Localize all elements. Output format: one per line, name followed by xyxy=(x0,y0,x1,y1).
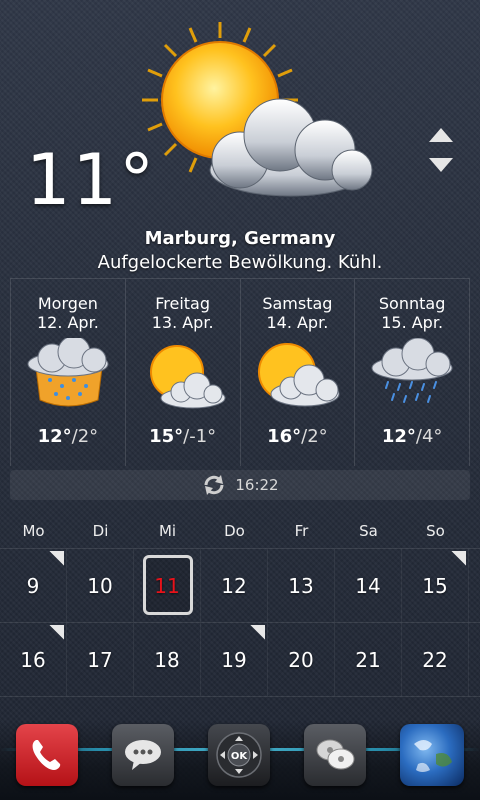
weekday-label: So xyxy=(426,522,445,540)
forecast-temp: 15°/-1° xyxy=(126,426,240,447)
weekday-label: Mo xyxy=(22,522,45,540)
forecast-day-name: Sonntag xyxy=(378,294,446,313)
calendar-grid: 9 10 11 12 13 14 15 16 17 18 19 20 21 22 xyxy=(0,548,480,697)
event-marker xyxy=(48,551,64,567)
forecast-day-date: 12. Apr. xyxy=(36,313,99,332)
rain-cloud-icon xyxy=(371,338,453,403)
day-number: 20 xyxy=(288,647,314,672)
forecast-high: 12° xyxy=(381,426,416,447)
event-marker xyxy=(48,625,64,641)
rain-cloud-icon xyxy=(27,338,109,407)
earth-icon xyxy=(414,740,452,772)
calendar-day[interactable]: 15 xyxy=(402,549,469,622)
condition-text: Aufgelockerte Bewölkung. Kühl. xyxy=(97,252,383,273)
forecast-low: /2° xyxy=(301,426,328,447)
day-number: 18 xyxy=(154,647,180,672)
phone-icon xyxy=(32,740,61,770)
forecast-temp: 12°/4° xyxy=(355,426,469,447)
calendar-day[interactable]: 9 xyxy=(0,549,67,622)
refresh-icon[interactable] xyxy=(201,474,227,496)
forecast-low: /4° xyxy=(415,426,443,447)
calendar-day[interactable]: 20 xyxy=(268,623,335,696)
forecast-day[interactable]: Sonntag 15. Apr. 12°/4° xyxy=(355,279,470,466)
earth-app-button[interactable] xyxy=(400,724,464,786)
forecast-day-date: 15. Apr. xyxy=(381,313,444,332)
messages-button[interactable] xyxy=(112,724,174,786)
refresh-bar[interactable]: 16:22 xyxy=(10,470,470,500)
event-marker xyxy=(450,551,466,567)
calendar-day[interactable]: 14 xyxy=(335,549,402,622)
forecast-high: 16° xyxy=(267,426,302,447)
last-updated-time: 16:22 xyxy=(235,476,279,494)
calendar-day[interactable]: 17 xyxy=(67,623,134,696)
city-name: Marburg, Germany xyxy=(144,228,336,249)
day-number: 15 xyxy=(422,573,448,598)
calendar-week: 9 10 11 12 13 14 15 xyxy=(0,549,480,623)
day-number: 19 xyxy=(221,647,247,672)
day-number: 21 xyxy=(355,647,381,672)
partly-cloudy-sun-icon xyxy=(142,22,373,197)
weekday-label: Di xyxy=(92,522,109,540)
phone-button[interactable] xyxy=(16,724,78,786)
forecast-day[interactable]: Morgen 12. Apr. 12°/2° xyxy=(10,279,126,466)
svg-text:OK: OK xyxy=(231,751,249,762)
calendar-day[interactable]: 21 xyxy=(335,623,402,696)
calendar-day[interactable]: 12 xyxy=(201,549,268,622)
sms-icon xyxy=(125,740,161,770)
calendar-day[interactable]: 19 xyxy=(201,623,268,696)
day-number: 11 xyxy=(154,573,180,598)
calendar-day[interactable]: 18 xyxy=(134,623,201,696)
weekday-label: Sa xyxy=(359,522,378,540)
navigation-ok-icon: OK xyxy=(216,732,262,778)
forecast-temp: 12°/2° xyxy=(11,426,125,447)
sun-cloud-icon xyxy=(149,345,226,409)
weekday-header: Mo Di Mi Do Fr Sa So xyxy=(0,522,480,546)
forecast-day-name: Samstag xyxy=(262,294,333,313)
forecast-low: /2° xyxy=(71,426,99,447)
day-number: 13 xyxy=(288,573,314,598)
day-number: 16 xyxy=(20,647,46,672)
chat-icon xyxy=(316,739,355,770)
forecast-day-date: 13. Apr. xyxy=(151,313,214,332)
forecast-day[interactable]: Freitag 13. Apr. 15°/-1° xyxy=(126,279,241,466)
forecast-day-date: 14. Apr. xyxy=(266,313,329,332)
forecast-high: 15° xyxy=(149,426,184,447)
chat-button[interactable] xyxy=(304,724,366,786)
calendar-day-today[interactable]: 11 xyxy=(134,549,201,622)
event-marker xyxy=(249,625,265,641)
calendar-week: 16 17 18 19 20 21 22 xyxy=(0,623,480,697)
forecast-day-name: Morgen xyxy=(37,294,98,313)
current-weather: 11° Marburg, Germany Aufgelockerte Bewöl… xyxy=(0,0,480,280)
forecast-low: /-1° xyxy=(183,426,217,447)
weekday-label: Do xyxy=(224,522,245,540)
calendar-day[interactable]: 22 xyxy=(402,623,469,696)
weekday-label: Fr xyxy=(294,522,309,540)
arrow-up-icon xyxy=(429,128,453,142)
day-number: 9 xyxy=(26,573,40,598)
forecast-day[interactable]: Samstag 14. Apr. 16°/2° xyxy=(241,279,356,466)
forecast-day-name: Freitag xyxy=(155,294,211,313)
day-number: 12 xyxy=(221,573,247,598)
forecast-high: 12° xyxy=(37,426,72,447)
forecast-panel[interactable]: Morgen 12. Apr. 12°/2° Freitag 13. Apr. … xyxy=(10,278,470,466)
day-number: 14 xyxy=(355,573,381,598)
day-number: 17 xyxy=(87,647,113,672)
sun-cloud-icon xyxy=(258,343,340,407)
location-switch-arrows[interactable] xyxy=(424,124,458,176)
day-number: 10 xyxy=(87,573,113,598)
calendar-day[interactable]: 13 xyxy=(268,549,335,622)
weekday-label: Mi xyxy=(158,522,177,540)
calendar-day[interactable]: 10 xyxy=(67,549,134,622)
navigation-button[interactable]: OK xyxy=(208,724,270,786)
arrow-down-icon xyxy=(429,158,453,172)
forecast-temp: 16°/2° xyxy=(241,426,355,447)
calendar-widget[interactable]: Mo Di Mi Do Fr Sa So 9 10 11 12 13 14 15… xyxy=(0,522,480,722)
calendar-day[interactable]: 16 xyxy=(0,623,67,696)
day-number: 22 xyxy=(422,647,448,672)
